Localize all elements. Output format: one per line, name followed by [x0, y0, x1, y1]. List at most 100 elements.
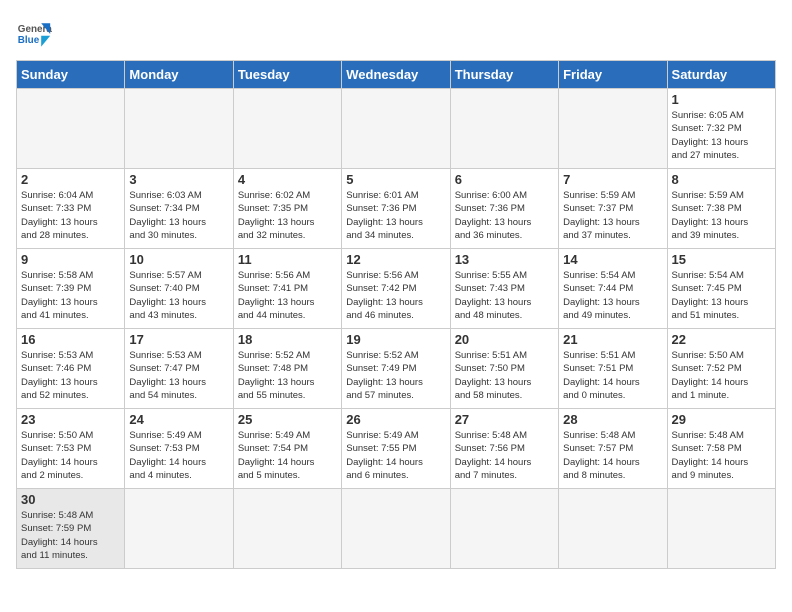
day-number: 8 — [672, 172, 771, 187]
day-cell: 11 Sunrise: 5:56 AM Sunset: 7:41 PM Dayli… — [233, 249, 341, 329]
day-cell: 29Sunrise: 5:48 AM Sunset: 7:58 PM Dayli… — [667, 409, 775, 489]
day-info: Sunrise: 6:02 AM Sunset: 7:35 PM Dayligh… — [238, 189, 337, 242]
day-cell: 25 Sunrise: 5:49 AM Sunset: 7:54 PM Dayli… — [233, 409, 341, 489]
day-number: 5 — [346, 172, 445, 187]
day-info: Sunrise: 5:48 AM Sunset: 7:56 PM Dayligh… — [455, 429, 554, 482]
svg-text:Blue: Blue — [18, 35, 40, 46]
week-row-5: 23 Sunrise: 5:50 AM Sunset: 7:53 PM Dayli… — [17, 409, 776, 489]
day-number: 13 — [455, 252, 554, 267]
col-header-tuesday: Tuesday — [233, 61, 341, 89]
day-number: 9 — [21, 252, 120, 267]
day-info: Sunrise: 6:03 AM Sunset: 7:34 PM Dayligh… — [129, 189, 228, 242]
day-cell: 2 Sunrise: 6:04 AM Sunset: 7:33 PM Daylig… — [17, 169, 125, 249]
day-number: 10 — [129, 252, 228, 267]
week-row-4: 16 Sunrise: 5:53 AM Sunset: 7:46 PM Dayli… — [17, 329, 776, 409]
day-info: Sunrise: 5:50 AM Sunset: 7:53 PM Dayligh… — [21, 429, 120, 482]
day-number: 11 — [238, 252, 337, 267]
day-cell: 3Sunrise: 6:03 AM Sunset: 7:34 PM Daylig… — [125, 169, 233, 249]
day-info: Sunrise: 5:56 AM Sunset: 7:41 PM Dayligh… — [238, 269, 337, 322]
day-number: 2 — [21, 172, 120, 187]
day-cell — [342, 489, 450, 569]
day-info: Sunrise: 5:49 AM Sunset: 7:53 PM Dayligh… — [129, 429, 228, 482]
day-number: 6 — [455, 172, 554, 187]
day-info: Sunrise: 5:49 AM Sunset: 7:54 PM Dayligh… — [238, 429, 337, 482]
day-cell — [667, 489, 775, 569]
day-number: 23 — [21, 412, 120, 427]
day-cell: 1Sunrise: 6:05 AM Sunset: 7:32 PM Daylig… — [667, 89, 775, 169]
day-info: Sunrise: 5:58 AM Sunset: 7:39 PM Dayligh… — [21, 269, 120, 322]
day-number: 19 — [346, 332, 445, 347]
day-cell — [125, 89, 233, 169]
day-cell: 13 Sunrise: 5:55 AM Sunset: 7:43 PM Dayli… — [450, 249, 558, 329]
day-cell — [125, 489, 233, 569]
day-info: Sunrise: 5:52 AM Sunset: 7:49 PM Dayligh… — [346, 349, 445, 402]
day-cell: 8 Sunrise: 5:59 AM Sunset: 7:38 PM Daylig… — [667, 169, 775, 249]
day-cell — [559, 489, 667, 569]
day-cell — [17, 89, 125, 169]
day-info: Sunrise: 5:54 AM Sunset: 7:44 PM Dayligh… — [563, 269, 662, 322]
day-info: Sunrise: 6:05 AM Sunset: 7:32 PM Dayligh… — [672, 109, 771, 162]
day-number: 27 — [455, 412, 554, 427]
day-info: Sunrise: 5:51 AM Sunset: 7:50 PM Dayligh… — [455, 349, 554, 402]
col-header-thursday: Thursday — [450, 61, 558, 89]
day-info: Sunrise: 5:48 AM Sunset: 7:59 PM Dayligh… — [21, 509, 120, 562]
day-cell: 5Sunrise: 6:01 AM Sunset: 7:36 PM Daylig… — [342, 169, 450, 249]
col-header-monday: Monday — [125, 61, 233, 89]
day-number: 15 — [672, 252, 771, 267]
day-info: Sunrise: 5:48 AM Sunset: 7:58 PM Dayligh… — [672, 429, 771, 482]
calendar-container: General Blue SundayMondayTuesdayWednesda… — [0, 0, 792, 612]
day-number: 21 — [563, 332, 662, 347]
col-header-sunday: Sunday — [17, 61, 125, 89]
day-cell: 27 Sunrise: 5:48 AM Sunset: 7:56 PM Dayli… — [450, 409, 558, 489]
day-cell: 30 Sunrise: 5:48 AM Sunset: 7:59 PM Dayli… — [17, 489, 125, 569]
week-row-3: 9 Sunrise: 5:58 AM Sunset: 7:39 PM Daylig… — [17, 249, 776, 329]
day-number: 25 — [238, 412, 337, 427]
day-cell: 16 Sunrise: 5:53 AM Sunset: 7:46 PM Dayli… — [17, 329, 125, 409]
col-header-wednesday: Wednesday — [342, 61, 450, 89]
logo: General Blue — [16, 16, 52, 52]
day-cell: 15 Sunrise: 5:54 AM Sunset: 7:45 PM Dayli… — [667, 249, 775, 329]
day-number: 28 — [563, 412, 662, 427]
day-cell — [450, 89, 558, 169]
day-info: Sunrise: 6:00 AM Sunset: 7:36 PM Dayligh… — [455, 189, 554, 242]
day-number: 7 — [563, 172, 662, 187]
day-cell — [450, 489, 558, 569]
day-number: 4 — [238, 172, 337, 187]
header-section: General Blue — [16, 16, 776, 52]
day-cell: 14Sunrise: 5:54 AM Sunset: 7:44 PM Dayli… — [559, 249, 667, 329]
day-number: 16 — [21, 332, 120, 347]
day-cell: 12Sunrise: 5:56 AM Sunset: 7:42 PM Dayli… — [342, 249, 450, 329]
day-info: Sunrise: 5:53 AM Sunset: 7:46 PM Dayligh… — [21, 349, 120, 402]
day-info: Sunrise: 5:53 AM Sunset: 7:47 PM Dayligh… — [129, 349, 228, 402]
logo-icon: General Blue — [16, 16, 52, 52]
day-cell: 26Sunrise: 5:49 AM Sunset: 7:55 PM Dayli… — [342, 409, 450, 489]
day-cell: 28 Sunrise: 5:48 AM Sunset: 7:57 PM Dayli… — [559, 409, 667, 489]
day-info: Sunrise: 5:48 AM Sunset: 7:57 PM Dayligh… — [563, 429, 662, 482]
day-cell: 24 Sunrise: 5:49 AM Sunset: 7:53 PM Dayli… — [125, 409, 233, 489]
day-number: 12 — [346, 252, 445, 267]
day-cell: 10 Sunrise: 5:57 AM Sunset: 7:40 PM Dayli… — [125, 249, 233, 329]
week-row-6: 30 Sunrise: 5:48 AM Sunset: 7:59 PM Dayli… — [17, 489, 776, 569]
day-info: Sunrise: 5:54 AM Sunset: 7:45 PM Dayligh… — [672, 269, 771, 322]
day-info: Sunrise: 5:57 AM Sunset: 7:40 PM Dayligh… — [129, 269, 228, 322]
day-info: Sunrise: 6:04 AM Sunset: 7:33 PM Dayligh… — [21, 189, 120, 242]
week-row-1: 1Sunrise: 6:05 AM Sunset: 7:32 PM Daylig… — [17, 89, 776, 169]
day-cell: 4 Sunrise: 6:02 AM Sunset: 7:35 PM Daylig… — [233, 169, 341, 249]
day-info: Sunrise: 5:55 AM Sunset: 7:43 PM Dayligh… — [455, 269, 554, 322]
day-cell: 18Sunrise: 5:52 AM Sunset: 7:48 PM Dayli… — [233, 329, 341, 409]
col-header-saturday: Saturday — [667, 61, 775, 89]
week-row-2: 2 Sunrise: 6:04 AM Sunset: 7:33 PM Daylig… — [17, 169, 776, 249]
day-number: 24 — [129, 412, 228, 427]
day-number: 26 — [346, 412, 445, 427]
calendar-table: SundayMondayTuesdayWednesdayThursdayFrid… — [16, 60, 776, 569]
day-number: 17 — [129, 332, 228, 347]
col-header-friday: Friday — [559, 61, 667, 89]
day-cell — [559, 89, 667, 169]
day-cell: 23 Sunrise: 5:50 AM Sunset: 7:53 PM Dayli… — [17, 409, 125, 489]
day-cell — [233, 489, 341, 569]
day-info: Sunrise: 5:59 AM Sunset: 7:38 PM Dayligh… — [672, 189, 771, 242]
day-number: 30 — [21, 492, 120, 507]
day-info: Sunrise: 5:51 AM Sunset: 7:51 PM Dayligh… — [563, 349, 662, 402]
day-cell: 22Sunrise: 5:50 AM Sunset: 7:52 PM Dayli… — [667, 329, 775, 409]
day-number: 20 — [455, 332, 554, 347]
